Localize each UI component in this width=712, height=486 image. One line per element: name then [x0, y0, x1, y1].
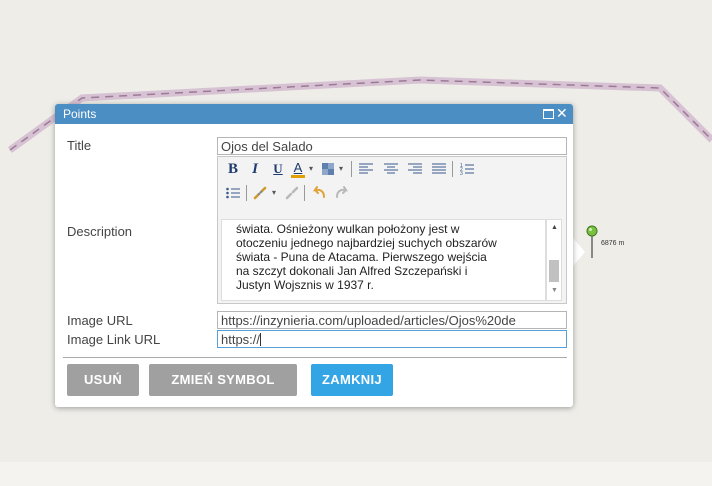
- toolbar-separator: [246, 185, 247, 201]
- points-popup: Points ✕ Title Ojos del Salado Descripti…: [55, 104, 573, 407]
- map-pin-icon[interactable]: [586, 225, 598, 259]
- change-symbol-button[interactable]: ZMIEŃ SYMBOL: [149, 364, 297, 396]
- description-line: świata. Ośnieżony wulkan położony jest w: [236, 222, 460, 236]
- font-color-button[interactable]: A: [291, 160, 305, 178]
- image-link-url-input[interactable]: https://: [217, 330, 567, 348]
- font-color-dropdown-icon[interactable]: ▾: [307, 160, 315, 178]
- image-url-label: Image URL: [67, 313, 133, 328]
- marker-elevation-label: 6876 m: [601, 240, 625, 247]
- map-bottom-band: [0, 462, 712, 486]
- toolbar-separator: [304, 185, 305, 201]
- link-dropdown-icon[interactable]: ▾: [270, 184, 278, 202]
- bold-button[interactable]: B: [226, 160, 240, 178]
- italic-button[interactable]: I: [248, 160, 262, 178]
- text-caret: [260, 333, 262, 346]
- delete-button[interactable]: USUŃ: [67, 364, 139, 396]
- insert-link-icon[interactable]: [252, 185, 268, 201]
- toolbar-separator: [452, 161, 453, 177]
- image-link-url-label: Image Link URL: [67, 332, 161, 347]
- highlight-dropdown-icon[interactable]: ▾: [337, 160, 345, 178]
- underline-button[interactable]: U: [271, 160, 285, 178]
- image-url-input[interactable]: https://inzynieria.com/uploaded/articles…: [217, 311, 567, 329]
- title-input[interactable]: Ojos del Salado: [217, 137, 567, 155]
- description-label: Description: [67, 224, 133, 239]
- align-left-icon[interactable]: [359, 163, 373, 175]
- description-line: Justyn Wojsznis w 1937 r.: [236, 278, 374, 292]
- close-icon[interactable]: ✕: [556, 105, 568, 121]
- undo-icon[interactable]: [311, 185, 327, 201]
- scroll-down-arrow-icon[interactable]: ▼: [551, 287, 558, 294]
- redo-icon[interactable]: [334, 185, 350, 201]
- image-link-url-value: https://: [221, 332, 261, 347]
- align-right-icon[interactable]: [408, 163, 422, 175]
- bullet-list-icon[interactable]: [226, 187, 240, 199]
- button-divider: [63, 357, 567, 358]
- popup-title-bar[interactable]: Points ✕: [55, 104, 573, 124]
- description-line: otoczeniu jednego najbardziej suchych ob…: [236, 236, 497, 250]
- description-scrollbar[interactable]: ▲ ▼: [546, 219, 562, 301]
- title-label: Title: [67, 138, 92, 153]
- popup-title: Points: [63, 107, 97, 121]
- numbered-list-icon[interactable]: 1 2 3: [460, 162, 474, 176]
- align-justify-icon[interactable]: [432, 163, 446, 175]
- close-button[interactable]: ZAMKNIJ: [311, 364, 393, 396]
- scroll-up-arrow-icon[interactable]: ▲: [551, 224, 558, 231]
- description-textarea[interactable]: świata. Ośnieżony wulkan położony jest w…: [221, 219, 546, 301]
- description-line: na szczyt dokonali Jan Alfred Szczepańsk…: [236, 264, 468, 278]
- scrollbar-thumb[interactable]: [549, 260, 559, 282]
- popup-pointer: [573, 238, 585, 266]
- svg-text:3: 3: [460, 171, 463, 176]
- description-editor: B I U A ▾ ▾ 1 2 3 ▾ świata. Ośnieżony wu…: [217, 156, 567, 304]
- align-center-icon[interactable]: [384, 163, 398, 175]
- maximize-icon[interactable]: [543, 109, 554, 119]
- highlight-color-icon[interactable]: [321, 162, 335, 176]
- description-line: świata - Puna de Atacama. Pierwszego wej…: [236, 250, 487, 264]
- toolbar-separator: [351, 161, 352, 177]
- unlink-icon[interactable]: [284, 185, 300, 201]
